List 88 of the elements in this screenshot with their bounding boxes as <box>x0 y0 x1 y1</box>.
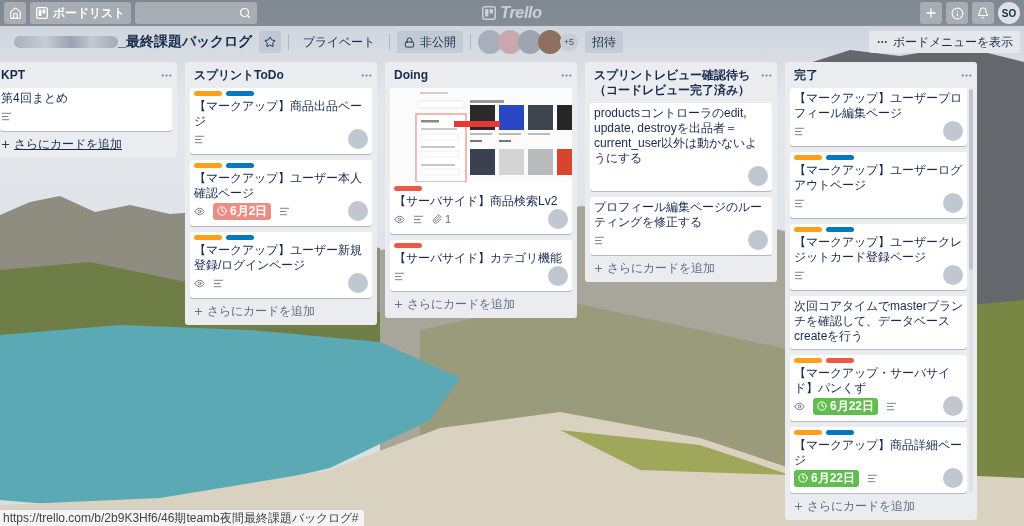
plus-icon <box>393 299 404 310</box>
plus-icon <box>0 139 11 150</box>
add-card-button[interactable]: さらにカードを追加 <box>0 134 127 155</box>
text-lines-icon <box>1 110 12 122</box>
card[interactable]: 【マークアップ】商品出品ページ <box>190 88 372 154</box>
info-button[interactable] <box>946 2 968 24</box>
board-title[interactable]: _最終課題バックログ <box>118 33 252 51</box>
eye-icon <box>794 400 805 412</box>
home-button[interactable] <box>4 2 26 24</box>
card-title: 【マークアップ】ユーザープロフィール編集ページ <box>794 91 963 121</box>
notifications-button[interactable] <box>972 2 994 24</box>
clock-icon <box>798 473 808 483</box>
card-title: 【マークアップ・サーバサイド】パンくず <box>794 366 951 396</box>
eye-icon <box>194 205 205 217</box>
info-icon <box>950 6 964 20</box>
text-lines-icon <box>413 213 424 225</box>
search-field[interactable] <box>135 2 257 24</box>
due-date-text: 6月2日 <box>230 202 268 220</box>
attachment-count: 1 <box>445 213 452 225</box>
card-title: 【マークアップ】ユーザーログアウトページ <box>794 163 963 193</box>
text-lines-icon <box>594 234 605 246</box>
scrollbar-track[interactable] <box>969 89 973 492</box>
card-title: 【マークアップ】ユーザー本人確認ページ <box>194 171 363 201</box>
scrollbar-thumb[interactable] <box>969 89 973 271</box>
clock-icon <box>817 401 827 411</box>
card-title: 【サーバサイド】カテゴリ機能 <box>394 251 563 266</box>
card-title: プロフィール編集ページのルーティングを修正する <box>594 200 763 230</box>
search-icon <box>239 7 251 19</box>
due-date-text: 6月22日 <box>830 397 875 415</box>
add-card-button[interactable]: さらにカードを追加 <box>390 294 520 315</box>
card-title: productsコントローラのedit, update, destroyを出品者＝current_user以外は動かないようにする <box>594 106 759 166</box>
card[interactable]: 【サーバサイド】カテゴリ機能 <box>390 240 572 291</box>
plus-icon <box>593 263 604 274</box>
card-title: 【マークアップ】商品出品ページ <box>194 99 363 129</box>
logo-text: Trello <box>500 4 542 22</box>
card-title: 第4回まとめ <box>1 91 69 106</box>
text-lines-icon <box>213 277 224 289</box>
lock-icon <box>403 36 415 48</box>
card[interactable]: 【マークアップ】ユーザークレジットカード登録ページ <box>790 224 967 290</box>
bell-icon <box>977 7 989 19</box>
eye-icon <box>394 213 405 225</box>
list-title: 完了 <box>794 68 819 83</box>
add-card-button[interactable]: さらにカードを追加 <box>590 258 720 279</box>
text-lines-icon <box>794 125 805 137</box>
text-lines-icon <box>794 269 805 281</box>
status-bar-url: https://trello.com/b/2b9K3Hf6/46期teamb夜間最終課題バックログ# <box>0 509 366 526</box>
card[interactable]: 第4回まとめ <box>0 88 172 131</box>
team-visibility-button[interactable]: プライベート <box>295 31 382 53</box>
paperclip-icon <box>432 214 442 224</box>
text-lines-icon <box>867 472 879 484</box>
invite-button[interactable]: 招待 <box>584 31 623 53</box>
board-icon <box>36 7 48 19</box>
add-button[interactable] <box>920 2 942 24</box>
card[interactable]: 【マークアップ・サーバサイド】パンくず 6月22日 <box>790 355 967 421</box>
card[interactable]: 【マークアップ】ユーザー新規登録/ログインページ <box>190 232 372 298</box>
card[interactable]: 【マークアップ】商品詳細ページ 6月22日 <box>790 427 967 493</box>
logo-icon <box>482 6 497 20</box>
eye-icon <box>194 277 205 289</box>
visibility-button[interactable]: 非公開 <box>396 31 463 53</box>
card[interactable]: 【マークアップ】ユーザー本人確認ページ 6月2日 <box>190 160 372 226</box>
plus-icon <box>193 306 204 317</box>
due-date-text: 6月22日 <box>811 469 856 487</box>
card-title: 【マークアップ】ユーザークレジットカード登録ページ <box>794 235 963 265</box>
card[interactable]: プロフィール編集ページのルーティングを修正する <box>590 197 772 255</box>
text-lines-icon <box>394 270 405 282</box>
plus-icon <box>924 6 938 20</box>
text-lines-icon <box>194 133 205 145</box>
text-lines-icon <box>279 205 291 217</box>
card-title: 【マークアップ】商品詳細ページ <box>794 438 963 468</box>
add-card-button[interactable]: さらにカードを追加 <box>790 496 920 517</box>
card[interactable]: 【マークアップ】ユーザープロフィール編集ページ <box>790 88 967 146</box>
list-title: Doing <box>394 68 429 83</box>
board-menu-button[interactable]: ボードメニューを表示 <box>869 31 1020 53</box>
text-lines-icon <box>794 197 805 209</box>
home-icon <box>8 6 22 20</box>
card[interactable]: 【マークアップ】ユーザーログアウトページ <box>790 152 967 218</box>
list-title: スプリントレビュー確認待ち（コードレビュー完了済み） <box>594 68 751 98</box>
list-title: KPT <box>1 68 26 83</box>
plus-icon <box>793 501 804 512</box>
card-title: 【マークアップ】ユーザー新規登録/ログインページ <box>194 243 363 273</box>
star-button[interactable] <box>258 31 281 53</box>
card[interactable]: productsコントローラのedit, update, destroyを出品者＝current_user以外は動かないようにする <box>590 103 772 191</box>
card-title: 【サーバサイド】商品検索Lv2 <box>394 194 559 209</box>
text-lines-icon <box>886 400 898 412</box>
clock-icon <box>217 206 227 216</box>
star-icon <box>263 36 276 48</box>
list-title: スプリントToDo <box>194 68 285 83</box>
add-card-button[interactable]: さらにカードを追加 <box>190 301 320 322</box>
